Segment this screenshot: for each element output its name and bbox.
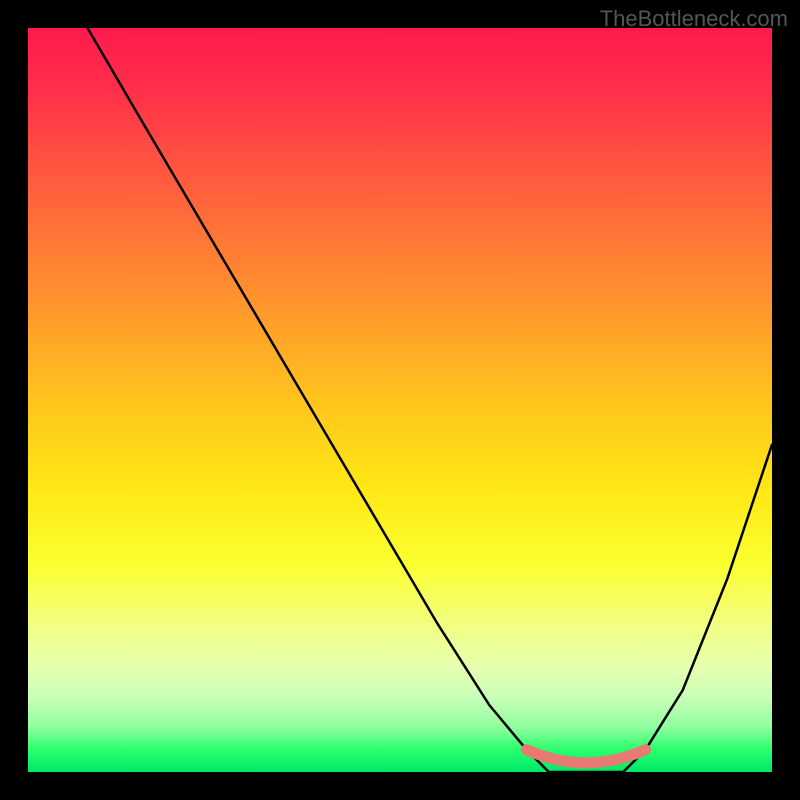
curve-path [88, 28, 772, 772]
watermark-text: TheBottleneck.com [600, 6, 788, 32]
plot-area [28, 28, 772, 772]
highlight-path [526, 750, 645, 763]
chart-svg [28, 28, 772, 772]
